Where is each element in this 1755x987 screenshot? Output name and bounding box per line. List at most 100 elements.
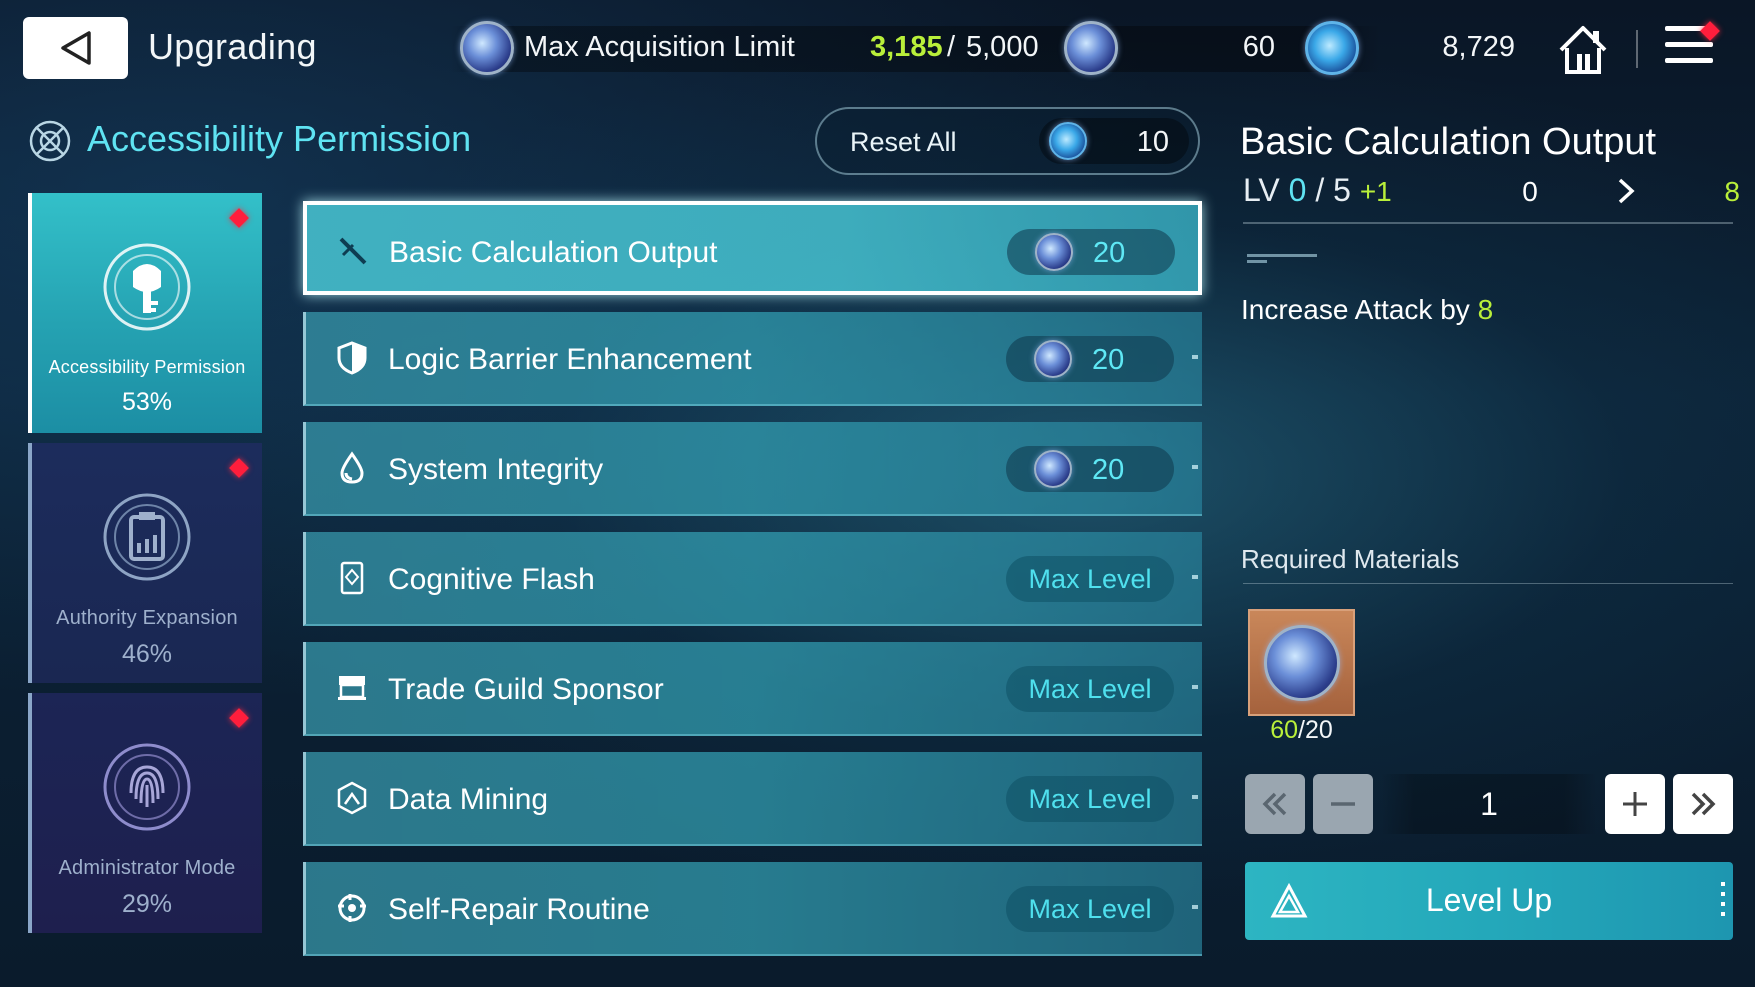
stat-current: 0 <box>1522 176 1538 207</box>
mining-icon <box>337 781 367 815</box>
decrease-button[interactable] <box>1313 774 1373 834</box>
gear-coin-icon <box>1034 450 1072 488</box>
decoration <box>1721 882 1725 922</box>
max-quantity-button[interactable] <box>1673 774 1733 834</box>
shield-icon <box>337 341 367 375</box>
row-marker <box>1192 795 1198 799</box>
skill-row-system-integrity[interactable]: System Integrity 20 <box>303 422 1202 516</box>
category-percent: 46% <box>121 640 173 668</box>
level-separator: / <box>1315 172 1325 208</box>
chevron-right-icon <box>1618 178 1635 204</box>
category-label: Administrator Mode <box>58 857 236 879</box>
skill-cost: 20 <box>1007 229 1175 275</box>
shop-icon <box>338 676 366 700</box>
double-chevron-left-icon <box>1262 792 1287 816</box>
max-level-badge: Max Level <box>1006 886 1174 932</box>
minus-icon <box>1331 802 1355 806</box>
reset-cost: 10 <box>1039 118 1189 164</box>
skill-row-logic-barrier-enhancement[interactable]: Logic Barrier Enhancement 20 <box>303 312 1202 406</box>
material-card[interactable] <box>1248 609 1355 716</box>
row-marker <box>1192 575 1198 579</box>
level-up-button[interactable]: Level Up <box>1245 862 1733 940</box>
level-indicator: LV 0 / 5 +1 <box>1243 172 1392 209</box>
card-icon <box>340 561 364 595</box>
gear-coin-icon[interactable] <box>1064 21 1118 75</box>
divider <box>1243 222 1733 224</box>
category-accessibility-permission[interactable]: Accessibility Permission 53% <box>28 193 262 433</box>
notification-dot <box>229 208 249 228</box>
level-prefix: LV <box>1243 172 1280 208</box>
material-need: 20 <box>1304 716 1333 744</box>
gear-coin-count: 60 <box>1242 31 1275 63</box>
skill-row-trade-guild-sponsor[interactable]: Trade Guild Sponsor Max Level <box>303 642 1202 736</box>
category-administrator-mode[interactable]: Administrator Mode 29% <box>28 693 262 933</box>
required-materials-label: Required Materials <box>1241 544 1460 574</box>
skill-row-data-mining[interactable]: Data Mining Max Level <box>303 752 1202 846</box>
description-value: 8 <box>1477 294 1494 325</box>
back-arrow-icon <box>60 31 91 65</box>
row-marker <box>1192 685 1198 689</box>
category-authority-expansion[interactable]: Authority Expansion 46% <box>28 443 262 683</box>
max-level-badge: Max Level <box>1006 776 1174 822</box>
target-icon <box>28 119 72 163</box>
quantity-value[interactable]: 1 <box>1381 774 1597 834</box>
skill-name: Cognitive Flash <box>388 563 595 596</box>
skill-row-basic-calculation-output[interactable]: Basic Calculation Output 20 <box>303 201 1202 295</box>
clipboard-icon <box>103 493 191 581</box>
detail-title: Basic Calculation Output <box>1240 121 1657 163</box>
row-marker <box>1192 355 1198 359</box>
category-percent: 29% <box>121 890 173 918</box>
key-icon <box>103 243 191 331</box>
acquisition-limit-label: Max Acquisition Limit <box>524 31 795 63</box>
gear-coin-icon <box>1034 340 1072 378</box>
decoration <box>1247 260 1267 263</box>
reset-all-button[interactable]: Reset All 10 <box>815 107 1200 175</box>
sword-icon <box>339 237 367 265</box>
material-count: 60/20 <box>1248 716 1355 746</box>
notification-dot <box>229 708 249 728</box>
category-label: Authority Expansion <box>56 607 238 629</box>
skill-cost: 20 <box>1006 336 1174 382</box>
skill-cost-value: 20 <box>1093 237 1126 269</box>
home-button[interactable] <box>1555 22 1611 78</box>
skill-cost-value: 20 <box>1092 344 1125 376</box>
divider <box>1243 583 1733 584</box>
skill-row-self-repair-routine[interactable]: Self-Repair Routine Max Level <box>303 862 1202 956</box>
divider <box>1636 30 1638 68</box>
level-current: 0 <box>1288 172 1307 208</box>
reset-all-label: Reset All <box>850 127 957 157</box>
skill-name: Trade Guild Sponsor <box>388 673 664 706</box>
material-have: 60 <box>1270 716 1299 744</box>
droplet-icon <box>340 451 364 484</box>
row-marker <box>1192 905 1198 909</box>
notification-dot <box>229 458 249 478</box>
double-chevron-right-icon <box>1691 792 1716 816</box>
level-max: 5 <box>1333 172 1351 208</box>
skill-cost-value: 20 <box>1092 454 1125 486</box>
back-button[interactable] <box>23 17 128 79</box>
category-label: Accessibility Permission <box>48 357 246 377</box>
skill-name: Logic Barrier Enhancement <box>388 343 752 376</box>
reset-cost-value: 10 <box>1136 126 1169 158</box>
page-title: Upgrading <box>148 26 317 67</box>
acquisition-max: 5,000 <box>966 31 1039 63</box>
blue-gear-icon[interactable] <box>1305 21 1359 75</box>
acquisition-separator: / <box>947 31 956 63</box>
gear-coin-icon <box>460 21 514 75</box>
gear-coin-icon <box>1035 233 1073 271</box>
skill-name: System Integrity <box>388 453 604 486</box>
section-title: Accessibility Permission <box>87 118 472 159</box>
skill-cost: 20 <box>1006 446 1174 492</box>
skill-row-cognitive-flash[interactable]: Cognitive Flash Max Level <box>303 532 1202 626</box>
category-percent: 53% <box>121 388 173 416</box>
increase-button[interactable] <box>1605 774 1665 834</box>
stat-next: 8 <box>1724 176 1740 207</box>
material-separator: / <box>1298 716 1305 744</box>
min-quantity-button[interactable] <box>1245 774 1305 834</box>
blue-gear-count: 8,729 <box>1442 31 1515 63</box>
max-level-badge: Max Level <box>1006 556 1174 602</box>
description-text: Increase Attack by <box>1241 294 1470 325</box>
skill-name: Basic Calculation Output <box>389 236 718 269</box>
menu-button[interactable] <box>1665 21 1720 72</box>
skill-name: Data Mining <box>388 783 549 816</box>
